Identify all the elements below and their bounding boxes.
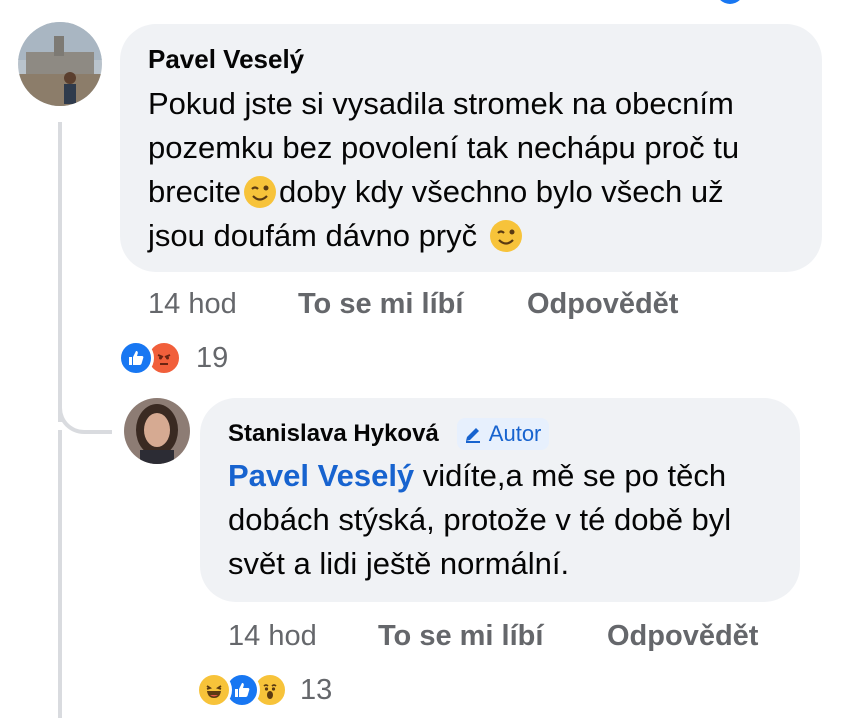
reaction-summary[interactable]: 19 (118, 340, 228, 376)
author-badge-label: Autor (488, 421, 542, 446)
thread-line-lower (58, 430, 62, 718)
author-badge: Autor (456, 418, 550, 450)
reply-line-1: Pavel Veselý vidíte,a mě se po těch (228, 454, 788, 498)
comment-text: Pokud jste si vysadila stromek na obecní… (148, 82, 808, 258)
like-icon (118, 340, 154, 376)
reply-time[interactable]: 14 hod (228, 620, 317, 653)
thread-curve (58, 380, 112, 434)
comment-line-with-emoji: brecite doby kdy všechno bylo všech už (148, 170, 808, 214)
avatar-pavel[interactable] (18, 22, 102, 106)
comment-time[interactable]: 14 hod (148, 288, 237, 321)
reply-reply-button[interactable]: Odpovědět (607, 620, 758, 653)
avatar-stanislava[interactable] (124, 398, 190, 464)
pencil-icon (463, 424, 483, 444)
reply-header: Stanislava Hyková Autor (228, 418, 550, 450)
reply-reaction-summary[interactable]: 13 (196, 672, 332, 708)
reply-line: vidíte,a mě se po těch (414, 458, 727, 493)
comment-line: Pokud jste si vysadila stromek na obecní… (148, 86, 734, 121)
reply-text: Pavel Veselý vidíte,a mě se po těch dobá… (228, 454, 788, 586)
mention-link[interactable]: Pavel Veselý (228, 458, 414, 493)
reply-line: dobách stýská, protože v té době byl (228, 502, 732, 537)
reply-reaction-count: 13 (300, 673, 333, 706)
comment-line: brecite (148, 174, 242, 209)
comment-line: jsou doufám dávno pryč (148, 218, 478, 253)
haha-icon (196, 672, 232, 708)
comment-line: pozemku bez povolení tak nechápu proč tu (148, 130, 740, 165)
reply-button[interactable]: Odpovědět (527, 288, 678, 321)
reaction-count: 19 (196, 341, 229, 374)
comment-line-with-emoji: jsou doufám dávno pryč (148, 214, 808, 258)
wink-emoji-icon (489, 219, 523, 253)
reply-like-button[interactable]: To se mi líbí (378, 620, 543, 653)
comment-line: doby kdy všechno bylo všech už (279, 174, 724, 209)
reply-author[interactable]: Stanislava Hyková (228, 420, 439, 448)
comment-author[interactable]: Pavel Veselý (148, 44, 304, 75)
comment-bubble: Pavel Veselý Pokud jste si vysadila stro… (120, 24, 822, 272)
reply-bubble: Stanislava Hyková Autor Pavel Veselý vid… (200, 398, 800, 602)
wink-emoji-icon (243, 175, 277, 209)
thread-line (58, 122, 62, 422)
partial-blue-icon (716, 0, 744, 4)
like-button[interactable]: To se mi líbí (298, 288, 463, 321)
reply-line: svět a lidi ještě normální. (228, 546, 570, 581)
